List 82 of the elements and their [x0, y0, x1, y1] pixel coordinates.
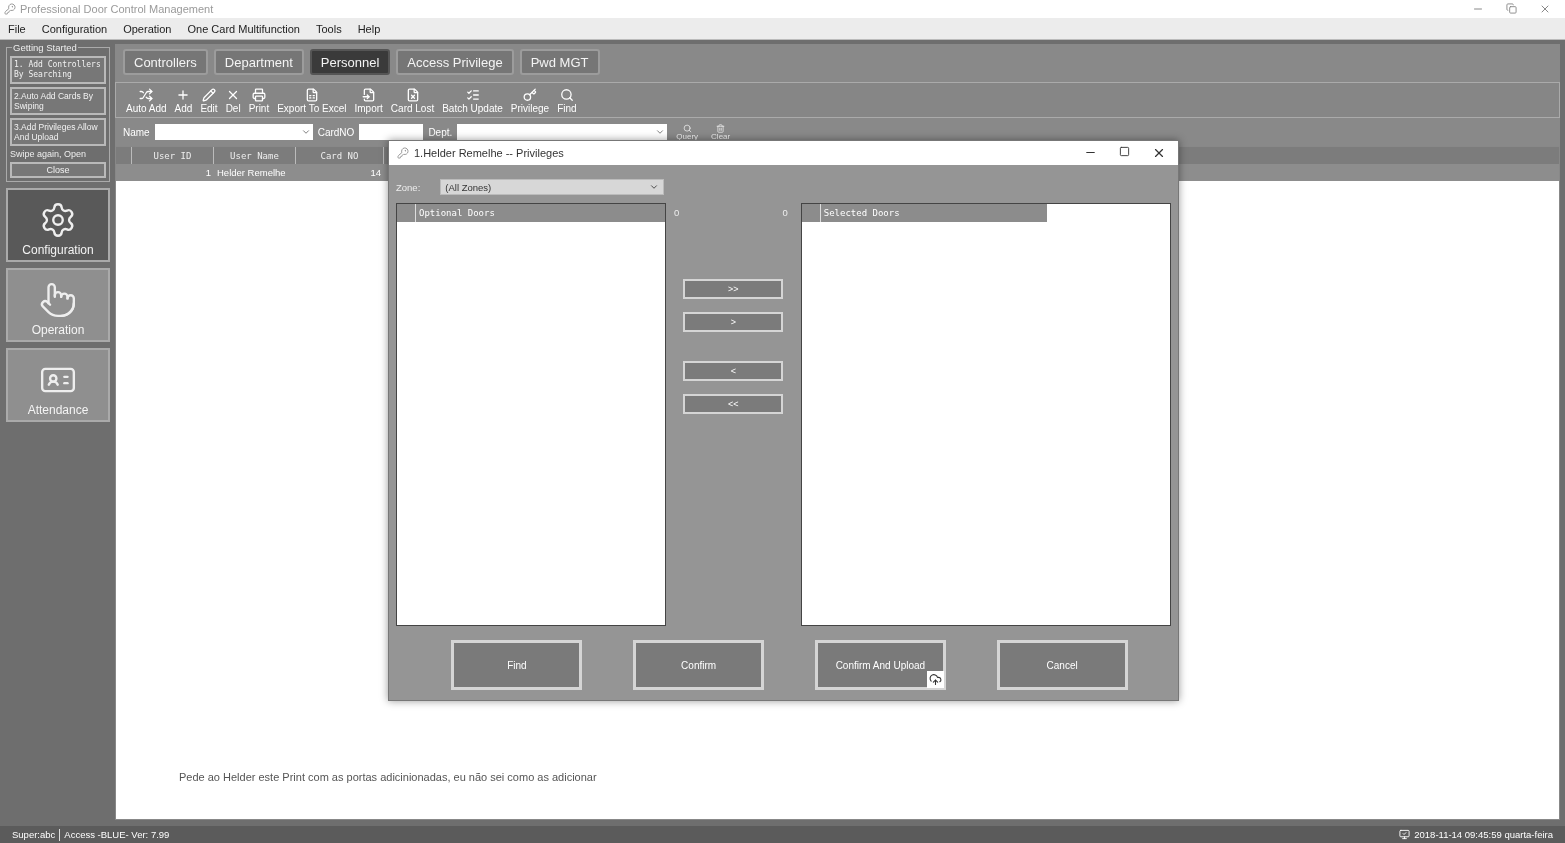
- network-icon: [1399, 829, 1411, 840]
- restore-icon[interactable]: [1506, 3, 1517, 14]
- search-icon: [559, 88, 574, 102]
- spreadsheet-icon: [304, 88, 319, 102]
- step-button[interactable]: 1. Add Controllers By Searching: [10, 56, 106, 84]
- pencil-icon: [202, 88, 216, 102]
- move-button[interactable]: >>: [683, 279, 784, 299]
- move-button[interactable]: >: [683, 312, 784, 332]
- table-cell-text: 14: [369, 166, 382, 180]
- toolbar-button[interactable]: Print: [246, 88, 272, 114]
- menu-item[interactable]: File: [8, 22, 26, 35]
- card-lost-icon: [405, 88, 420, 102]
- close-icon[interactable]: [1152, 146, 1166, 160]
- print-icon: [251, 88, 266, 102]
- toolbar-button[interactable]: Find: [555, 88, 579, 114]
- nav-tile[interactable]: Configuration: [6, 188, 110, 262]
- dialog-title: 1.Helder Remelhe -- Privileges: [414, 147, 565, 159]
- toolbar-button[interactable]: Export To Excel: [275, 88, 349, 114]
- search-icon: [682, 123, 692, 133]
- toolbar-button[interactable]: Card Lost: [388, 88, 437, 114]
- toolbar-button[interactable]: Add: [172, 88, 195, 114]
- toolbar-button[interactable]: Privilege: [508, 88, 552, 114]
- field-label: Name: [123, 126, 150, 138]
- pointing-hand-icon: [39, 281, 77, 319]
- dialog-button[interactable]: Confirm: [633, 640, 765, 690]
- dialog-button[interactable]: Confirm And Upload: [814, 640, 946, 690]
- menu-item[interactable]: Configuration: [41, 22, 108, 35]
- step-button[interactable]: 2.Auto Add Cards By Swiping: [10, 87, 106, 115]
- toolbar-button[interactable]: Import: [352, 88, 385, 114]
- plus-icon: [176, 88, 191, 102]
- optional-count: 0: [674, 207, 680, 218]
- nav-tile[interactable]: Operation: [6, 268, 110, 342]
- field-label: CardNO: [317, 126, 355, 138]
- note-text: Pede ao Helder este Print com as portas adicinionadas, eu não sei como as adicionar: [179, 771, 597, 783]
- zone-dropdown[interactable]: (All Zones): [440, 179, 665, 195]
- version-status: Access -BLUE- Ver: 7.99: [64, 829, 171, 840]
- tab[interactable]: Personnel: [309, 49, 391, 75]
- tab[interactable]: Department: [213, 49, 304, 75]
- menu-item[interactable]: Operation: [123, 22, 172, 35]
- trash-icon: [716, 123, 726, 133]
- import-icon: [361, 88, 376, 102]
- toolbar-button[interactable]: Batch Update: [440, 88, 505, 114]
- toolbar-button[interactable]: Edit: [198, 88, 220, 114]
- dialog-button[interactable]: Cancel: [996, 640, 1128, 690]
- dialog-button[interactable]: Find: [451, 640, 583, 690]
- zone-label: Zone:: [396, 181, 421, 193]
- clear-button[interactable]: Clear: [707, 123, 735, 141]
- toolbar-button[interactable]: Del: [223, 88, 243, 114]
- maximize-icon[interactable]: [1119, 146, 1130, 157]
- key-icon: [523, 88, 537, 102]
- shuffle-icon: [139, 88, 154, 102]
- card-number-field[interactable]: [359, 124, 424, 140]
- move-button[interactable]: <<: [683, 394, 784, 414]
- tab[interactable]: Pwd MGT: [519, 49, 600, 75]
- table-cell-text: Helder Remelhe: [216, 166, 287, 180]
- list-header: Optional Doors: [415, 204, 495, 222]
- tab[interactable]: Access Privilege: [396, 49, 514, 75]
- dialog-logo-icon: [397, 147, 409, 159]
- menu-item[interactable]: One Card Multifunction: [187, 22, 300, 35]
- menu-item[interactable]: Help: [357, 22, 381, 35]
- panel-title: Getting Started: [12, 42, 78, 53]
- toolbar-button[interactable]: Auto Add: [124, 88, 169, 114]
- selected-count: 0: [782, 207, 788, 218]
- window-title: Professional Door Control Management: [20, 3, 215, 15]
- datetime-status: 2018-11-14 09:45:59 quarta-feira: [1414, 829, 1553, 840]
- list-header: Selected Doors: [819, 204, 900, 222]
- query-button[interactable]: Query: [672, 123, 703, 141]
- field-label: Dept.: [428, 126, 453, 138]
- user-status: Super:abc: [12, 829, 56, 840]
- menu-item[interactable]: Tools: [316, 22, 342, 35]
- upload-icon: [926, 671, 944, 688]
- app-logo-icon: [4, 3, 16, 15]
- nav-tile[interactable]: Attendance: [6, 348, 110, 422]
- department-field[interactable]: [457, 124, 668, 140]
- name-field[interactable]: [154, 124, 313, 140]
- checklist-icon: [465, 88, 480, 102]
- tab[interactable]: Controllers: [123, 49, 208, 75]
- table-cell-text: 1: [204, 166, 212, 180]
- close-button[interactable]: Close: [10, 162, 106, 178]
- hint-text: Swipe again, Open: [10, 149, 88, 159]
- move-button[interactable]: <: [683, 361, 784, 381]
- step-button[interactable]: 3.Add Privileges Allow And Upload: [10, 118, 106, 146]
